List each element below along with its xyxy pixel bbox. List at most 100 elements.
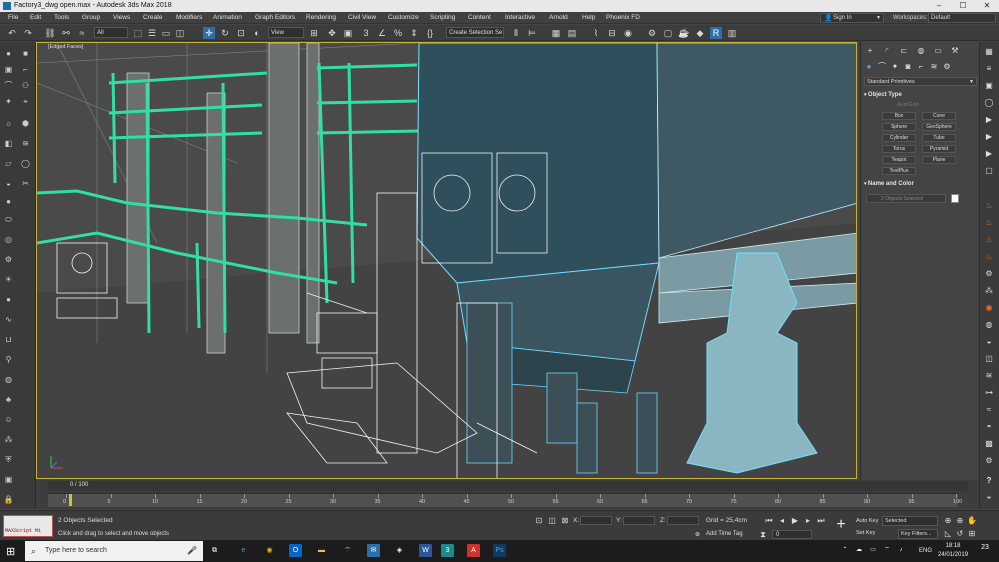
reference-coordinate-dropdown[interactable]: View <box>268 27 304 38</box>
object-color-swatch[interactable] <box>951 194 959 203</box>
set-key-button[interactable]: Set Key <box>854 529 880 539</box>
cameras-category-icon[interactable]: ◙ <box>903 62 913 72</box>
edge-icon[interactable]: e <box>237 544 250 557</box>
cloth-icon[interactable]: ⚇ <box>20 80 31 91</box>
action-center-icon[interactable]: 23 <box>978 544 992 557</box>
go-to-start-icon[interactable]: ⏮ <box>764 516 774 526</box>
workspaces-dropdown[interactable]: Default <box>928 13 996 23</box>
y-coordinate-field[interactable] <box>623 516 655 525</box>
media-icon[interactable]: ◈ <box>393 544 406 557</box>
teapot-button[interactable]: Teapot <box>882 156 916 164</box>
named-selection-set-dropdown[interactable]: Create Selection Se <box>446 27 504 38</box>
color-chip-icon[interactable]: ● <box>3 196 14 207</box>
tube-button[interactable]: Tube <box>922 134 956 142</box>
phoenix-cache-icon[interactable]: ◫ <box>983 353 995 365</box>
menu-create[interactable]: Create <box>143 12 163 24</box>
unlink-icon[interactable]: ⚯ <box>60 27 72 39</box>
mirror-icon[interactable]: ⫴ <box>510 27 522 39</box>
window-crossing-icon[interactable]: ◫ <box>174 27 186 39</box>
align-icon[interactable]: ⊨ <box>526 27 538 39</box>
menu-edit[interactable]: Edit <box>30 12 41 24</box>
auto-key-button[interactable]: Auto Key <box>854 517 880 527</box>
vray-mesh-icon[interactable]: ⬢ <box>20 118 31 129</box>
object-type-rollout[interactable]: ▾ Object Type <box>864 91 974 100</box>
key-filters-button[interactable]: Key Filters... <box>898 529 938 539</box>
play-icon[interactable]: ▶ <box>790 516 800 526</box>
systems-category-icon[interactable]: ⚙ <box>942 62 952 72</box>
maximize-viewport-icon[interactable]: ⊞ <box>967 529 977 539</box>
select-place-icon[interactable]: ◐ <box>251 27 263 39</box>
taskbar-clock[interactable]: 18:18 24/01/2019 <box>938 542 968 560</box>
phoenix-particle-icon[interactable]: ⁂ <box>983 285 995 297</box>
zoom-all-icon[interactable]: ⊕ <box>955 516 965 526</box>
bind-space-warp-icon[interactable]: ≈ <box>76 27 88 39</box>
hierarchy-tab-icon[interactable]: ⊏ <box>899 46 909 56</box>
selection-filter-dropdown[interactable]: All <box>94 27 128 38</box>
relative-absolute-icon[interactable]: ⊠ <box>560 516 570 526</box>
set-keys-icon[interactable]: + <box>832 516 850 534</box>
modify-tab-icon[interactable]: ◜ <box>882 46 892 56</box>
light-icon[interactable]: ✦ <box>3 96 14 107</box>
plane-icon[interactable]: ▱ <box>3 158 14 169</box>
add-time-tag[interactable]: Add Time Tag <box>706 531 743 537</box>
menu-rendering[interactable]: Rendering <box>306 12 336 24</box>
phoenix-voxel-icon[interactable]: ▩ <box>983 438 995 450</box>
rs-box-icon[interactable]: ▣ <box>983 80 995 92</box>
undo-icon[interactable]: ↶ <box>6 27 18 39</box>
rs-step-icon[interactable]: ▶ <box>983 148 995 160</box>
tray-wifi-icon[interactable]: ⌔ <box>882 544 892 557</box>
wave-icon[interactable]: ∿ <box>3 314 14 325</box>
scene-explorer-icon[interactable]: ▦ <box>550 27 562 39</box>
helper-icon[interactable]: ⌐ <box>20 64 31 75</box>
phoenix-drag-icon[interactable]: ⊶ <box>983 387 995 399</box>
menu-graph-editors[interactable]: Graph Editors <box>255 12 295 24</box>
rectangular-selection-icon[interactable]: ▭ <box>160 27 172 39</box>
cylinder-button[interactable]: Cylinder <box>882 134 916 142</box>
magnet-icon[interactable]: ⊔ <box>3 334 14 345</box>
phoenix-mesh-icon[interactable]: ◍ <box>983 319 995 331</box>
frame-icon[interactable]: ▣ <box>3 474 14 485</box>
vray-light-icon[interactable]: ☼ <box>3 118 14 129</box>
menu-views[interactable]: Views <box>113 12 130 24</box>
menu-file[interactable]: File <box>8 12 18 24</box>
rs-frame-icon[interactable]: ▢ <box>983 165 995 177</box>
zoom-icon[interactable]: ⊕ <box>943 516 953 526</box>
schematic-view-icon[interactable]: ⊟ <box>606 27 618 39</box>
go-to-end-icon[interactable]: ⏭ <box>816 516 826 526</box>
menu-arnold[interactable]: Arnold <box>549 12 568 24</box>
decal-icon[interactable]: ◒ <box>3 178 14 189</box>
task-view-icon[interactable]: ⧉ <box>208 544 221 557</box>
link-icon[interactable]: ⛓ <box>44 27 56 39</box>
spacewarps-category-icon[interactable]: ≋ <box>929 62 939 72</box>
tray-chevron-icon[interactable]: ⌃ <box>840 544 850 557</box>
create-sphere-icon[interactable]: ● <box>3 48 14 59</box>
orbit-icon[interactable]: ↺ <box>955 529 965 539</box>
shield-icon[interactable]: ⛨ <box>3 454 14 465</box>
menu-phoenix-fd[interactable]: Phoenix FD <box>606 12 640 24</box>
menu-animation[interactable]: Animation <box>213 12 242 24</box>
sun-icon[interactable]: ☀ <box>3 274 14 285</box>
phoenix-render-icon[interactable]: ◓ <box>983 421 995 433</box>
vray-frame-buffer-icon[interactable]: ▥ <box>726 27 738 39</box>
particle-icon[interactable]: ⁂ <box>3 434 14 445</box>
rs-layers-icon[interactable]: ≡ <box>983 63 995 75</box>
rendered-frame-window-icon[interactable]: ▢ <box>662 27 674 39</box>
fur-icon[interactable]: ≋ <box>20 138 31 149</box>
snaps-toggle-icon[interactable]: 3 <box>360 27 372 39</box>
select-scale-icon[interactable]: ⊡ <box>235 27 247 39</box>
track-bar-playhead[interactable] <box>69 494 72 506</box>
3dsmax-taskbar-icon[interactable]: 3 <box>441 544 454 557</box>
curve-editor-icon[interactable]: ⌇ <box>590 27 602 39</box>
tray-cloud-icon[interactable]: ☁ <box>854 544 864 557</box>
menu-interactive[interactable]: Interactive <box>505 12 535 24</box>
geosphere-button[interactable]: GeoSphere <box>922 123 956 131</box>
select-object-icon[interactable]: ⬚ <box>132 27 144 39</box>
torus-button[interactable]: Torus <box>882 145 916 153</box>
wifi-icon[interactable]: ⌔ <box>341 544 354 557</box>
close-button[interactable]: ✕ <box>975 0 999 12</box>
maximize-button[interactable]: ☐ <box>951 0 975 12</box>
menu-customize[interactable]: Customize <box>388 12 419 24</box>
sphere-button[interactable]: Sphere <box>882 123 916 131</box>
select-move-icon[interactable]: ✛ <box>203 27 215 39</box>
menu-content[interactable]: Content <box>468 12 491 24</box>
